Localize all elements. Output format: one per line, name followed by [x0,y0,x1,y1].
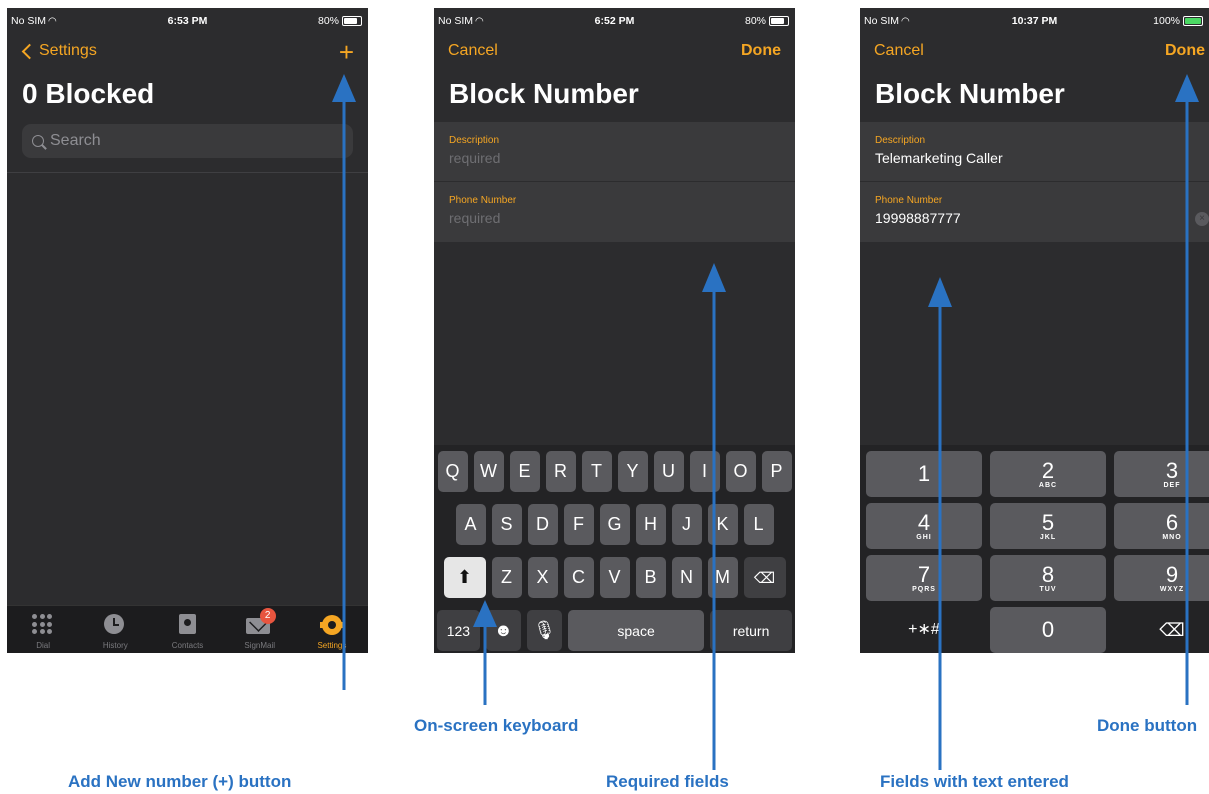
arrowhead [1175,74,1199,102]
annotation-add-button: Add New number (+) button [68,772,292,791]
annotation-keyboard: On-screen keyboard [414,716,579,735]
annotation-arrows [332,74,1199,770]
arrowhead [702,263,726,292]
annotation-done-button: Done button [1097,716,1198,735]
arrowhead [473,600,497,627]
arrowhead [332,74,356,102]
tutorial-figure: No SIM ◠ 6:53 PM 80% Settings + 0 Blocked… [0,0,1209,794]
annotation-required-fields: Required fields [606,772,729,791]
annotation-entered-fields: Fields with text entered [880,772,1069,791]
arrowhead [928,277,952,307]
